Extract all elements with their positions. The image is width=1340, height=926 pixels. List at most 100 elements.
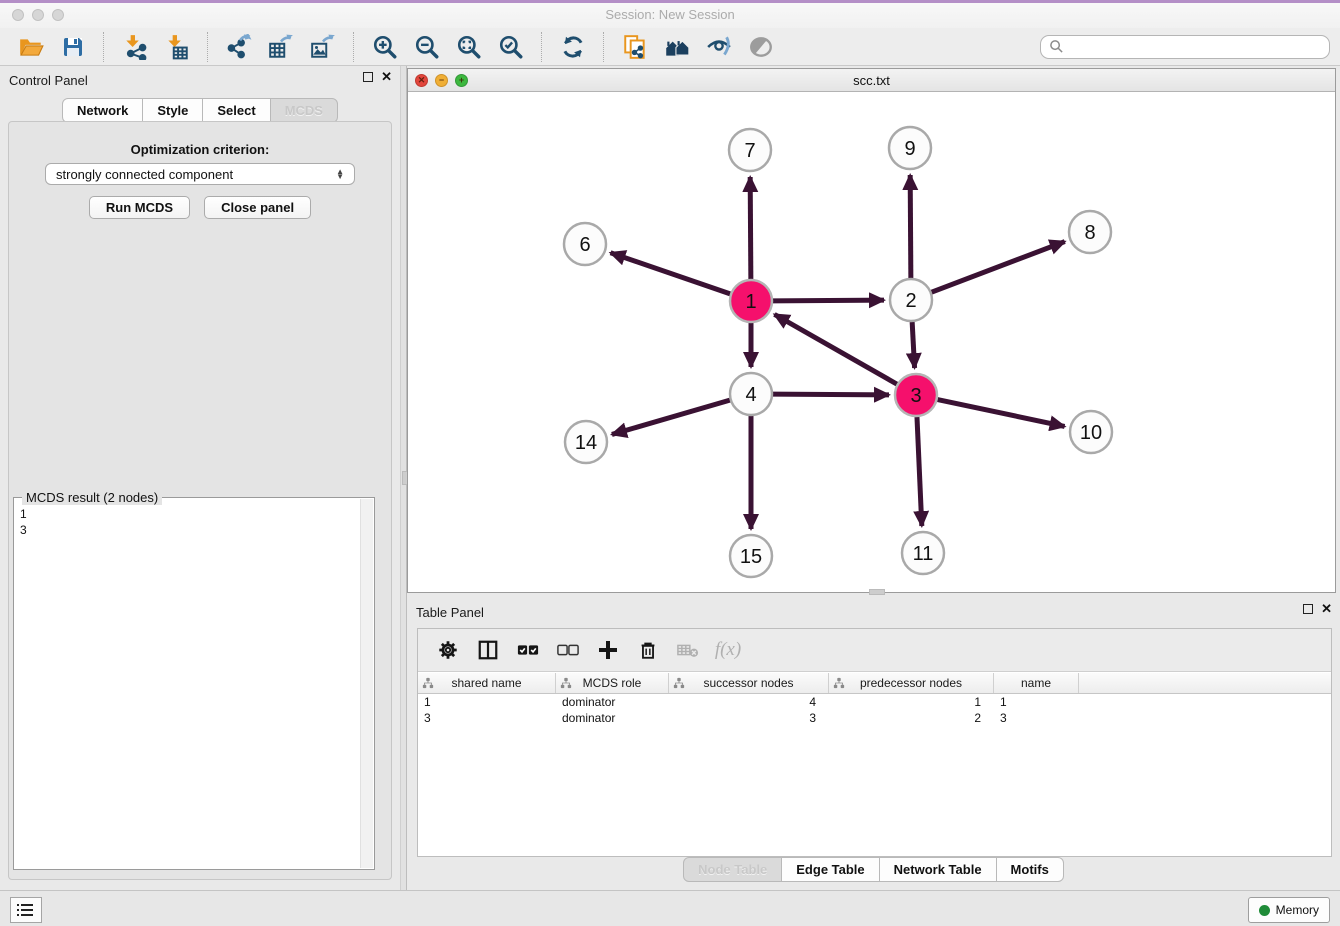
add-column-icon[interactable] [593,635,623,665]
import-table-icon[interactable] [162,32,192,62]
svg-text:6: 6 [579,234,590,256]
node-10[interactable]: 10 [1070,411,1112,453]
zoom-selected-icon[interactable] [496,32,526,62]
node-4[interactable]: 4 [730,373,772,415]
toolbar-separator [541,32,543,62]
node-9[interactable]: 9 [889,127,931,169]
edge-1-2[interactable] [773,300,884,301]
network-window-titlebar[interactable]: ✕ − + scc.txt [408,69,1335,92]
search-box[interactable] [1040,35,1330,59]
node-8[interactable]: 8 [1069,211,1111,253]
panel-splitter[interactable] [400,66,407,890]
node-15[interactable]: 15 [730,535,772,577]
zoom-fit-icon[interactable] [454,32,484,62]
cell-name[interactable]: 1 [994,695,1079,709]
save-session-icon[interactable] [58,32,88,62]
edge-1-6[interactable] [611,253,731,294]
svg-text:4: 4 [745,384,756,406]
node-11[interactable]: 11 [902,532,944,574]
node-2[interactable]: 2 [890,279,932,321]
float-table-panel-icon[interactable] [1303,604,1313,614]
column-header-name[interactable]: name [994,673,1079,693]
apply-layout-icon[interactable] [558,32,588,62]
select-all-icon[interactable] [513,635,543,665]
delete-column-icon[interactable] [633,635,663,665]
close-table-panel-icon[interactable]: ✕ [1321,604,1332,614]
table-row[interactable]: 3 dominator 3 2 3 [418,710,1331,726]
float-panel-icon[interactable] [363,72,373,82]
column-header-mcds-role[interactable]: MCDS role [556,673,669,693]
column-header-predecessor-nodes[interactable]: predecessor nodes [829,673,994,693]
tab-network[interactable]: Network [62,98,143,123]
memory-status-icon [1259,905,1270,916]
task-history-button[interactable] [10,897,42,923]
export-network-icon[interactable] [224,32,254,62]
tab-edge-table[interactable]: Edge Table [781,857,879,882]
cell-predecessor-nodes[interactable]: 2 [829,711,994,725]
edge-3-1[interactable] [774,314,896,384]
import-network-icon[interactable] [120,32,150,62]
zoom-in-icon[interactable] [370,32,400,62]
column-visibility-icon[interactable] [473,635,503,665]
tab-select[interactable]: Select [202,98,270,123]
list-icon [17,903,35,917]
edge-2-8[interactable] [932,242,1065,293]
edge-3-11[interactable] [917,417,922,526]
tab-style[interactable]: Style [142,98,203,123]
cell-mcds-role[interactable]: dominator [556,695,669,709]
edge-4-3[interactable] [773,394,889,395]
node-14[interactable]: 14 [565,421,607,463]
toolbar-separator [207,32,209,62]
node-1[interactable]: 1 [730,280,772,322]
edge-3-10[interactable] [938,400,1065,427]
show-all-networks-icon[interactable] [662,32,692,62]
clone-network-icon[interactable] [620,32,650,62]
edge-1-7[interactable] [750,177,751,279]
node-7[interactable]: 7 [729,129,771,171]
result-scrollbar[interactable] [360,499,373,868]
zoom-out-icon[interactable] [412,32,442,62]
table-row[interactable]: 1 dominator 4 1 1 [418,694,1331,710]
cell-successor-nodes[interactable]: 4 [669,695,829,709]
export-table-icon[interactable] [266,32,296,62]
tab-mcds[interactable]: MCDS [270,98,338,123]
cell-shared-name[interactable]: 3 [418,711,556,725]
open-session-icon[interactable] [16,32,46,62]
column-header-shared-name[interactable]: shared name [418,673,556,693]
edge-2-9[interactable] [910,175,911,278]
memory-button[interactable]: Memory [1248,897,1330,923]
node-6[interactable]: 6 [564,223,606,265]
export-image-icon[interactable] [308,32,338,62]
search-input[interactable] [1064,39,1321,55]
svg-text:10: 10 [1080,422,1102,444]
run-mcds-button[interactable]: Run MCDS [89,196,190,219]
cell-predecessor-nodes[interactable]: 1 [829,695,994,709]
cell-name[interactable]: 3 [994,711,1079,725]
cell-mcds-role[interactable]: dominator [556,711,669,725]
cell-shared-name[interactable]: 1 [418,695,556,709]
node-3[interactable]: 3 [895,374,937,416]
cell-successor-nodes[interactable]: 3 [669,711,829,725]
title-bar: Session: New Session [0,3,1340,28]
show-graphics-details-icon[interactable] [746,32,776,62]
tab-node-table[interactable]: Node Table [683,857,782,882]
tab-network-table[interactable]: Network Table [879,857,997,882]
network-canvas[interactable]: 1 2 3 4 6 7 8 9 10 11 14 15 [408,92,1335,592]
horizontal-splitter-grip[interactable] [869,589,885,595]
criterion-select[interactable]: strongly connected component ▲▼ [45,163,355,185]
svg-text:3: 3 [910,385,921,407]
svg-text:9: 9 [904,138,915,160]
deselect-all-icon[interactable] [553,635,583,665]
tab-motifs[interactable]: Motifs [996,857,1064,882]
delete-table-icon [673,635,703,665]
mcds-result-text: 1 3 [20,506,27,538]
edge-4-14[interactable] [612,400,730,434]
edge-2-3[interactable] [912,322,914,368]
svg-text:2: 2 [905,290,916,312]
hide-selected-icon[interactable] [704,32,734,62]
column-header-successor-nodes[interactable]: successor nodes [669,673,829,693]
application-window: Session: New Session [0,0,1340,926]
table-settings-icon[interactable] [433,635,463,665]
close-panel-button[interactable]: Close panel [204,196,311,219]
close-panel-icon[interactable]: ✕ [381,72,392,82]
